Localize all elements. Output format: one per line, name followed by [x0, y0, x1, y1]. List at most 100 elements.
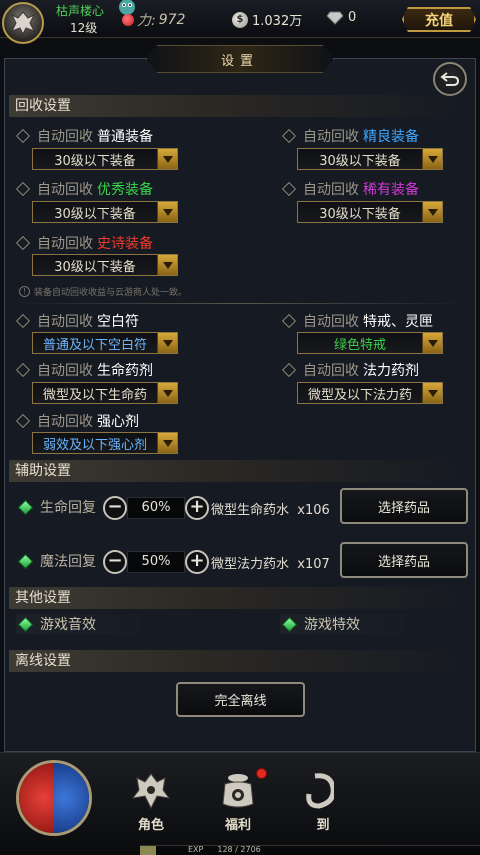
ring-box-dropdown[interactable]: 绿色特戒 [297, 332, 443, 354]
mp-select-potion-button[interactable]: 选择药品 [340, 542, 468, 578]
recycle-mp-potion-option[interactable]: 自动回收 法力药剂 [281, 360, 419, 380]
hp-recovery-toggle[interactable]: 生命回复 [16, 497, 96, 517]
exp-fill [140, 846, 156, 855]
role-helmet-icon [131, 773, 171, 810]
hp-mp-orb [16, 760, 92, 836]
partial-menu-icon [306, 773, 334, 809]
dropdown-arrow-icon [422, 333, 442, 353]
dropdown-arrow-icon [157, 202, 177, 222]
warrior-emblem-icon [10, 11, 36, 36]
quality-label: 稀有装备 [363, 182, 419, 198]
diamond-gem-icon [326, 11, 344, 25]
section-recycle: 回收设置 [9, 95, 464, 117]
welfare-bag-icon [222, 774, 254, 808]
mp-plus-button[interactable]: + [185, 550, 209, 574]
recycle-normal-dropdown[interactable]: 30级以下装备 [32, 148, 178, 170]
welfare-menu-button[interactable]: 福利 [210, 770, 266, 833]
dropdown-arrow-icon [157, 149, 177, 169]
checked-diamond-icon[interactable] [17, 553, 34, 569]
recycle-stimulant-option[interactable]: 自动回收 强心剂 [15, 411, 139, 431]
checkbox-diamond-icon[interactable] [15, 235, 31, 251]
recycle-rare-dropdown[interactable]: 30级以下装备 [297, 201, 443, 223]
checkbox-diamond-icon[interactable] [15, 313, 31, 329]
checkbox-diamond-icon[interactable] [281, 181, 297, 197]
quality-label: 优秀装备 [97, 182, 153, 198]
checkbox-diamond-icon[interactable] [281, 313, 297, 329]
gem-display: 0 [326, 10, 356, 25]
back-button[interactable] [433, 62, 467, 96]
stimulant-dropdown[interactable]: 弱效及以下强心剂 [32, 432, 178, 454]
partial-menu-button[interactable]: 到 [298, 770, 334, 833]
dropdown-arrow-icon [422, 383, 442, 403]
section-other: 其他设置 [9, 587, 464, 609]
checked-diamond-icon[interactable] [17, 499, 34, 515]
checkbox-diamond-icon[interactable] [281, 362, 297, 378]
full-offline-button[interactable]: 完全离线 [176, 682, 305, 717]
dropdown-arrow-icon [422, 202, 442, 222]
recycle-hp-potion-option[interactable]: 自动回收 生命药剂 [15, 360, 153, 380]
checkbox-diamond-icon[interactable] [15, 128, 31, 144]
dropdown-arrow-icon [157, 433, 177, 453]
section-offline: 离线设置 [9, 650, 464, 672]
gold-value: 1.032万 [252, 14, 303, 29]
gem-value: 0 [348, 10, 357, 25]
back-arrow-icon [440, 72, 460, 86]
power-value: 972 [158, 12, 186, 28]
checked-diamond-icon[interactable] [281, 616, 298, 632]
coin-icon: $ [232, 11, 248, 28]
divider [12, 303, 468, 304]
power-icon [122, 14, 134, 26]
recycle-epic-option[interactable]: 自动回收 史诗装备 [15, 233, 153, 253]
combat-power: 力: 972 [122, 10, 185, 30]
quality-label: 普通装备 [97, 129, 153, 145]
notification-dot [256, 768, 267, 779]
gold-display: $ 1.032万 [232, 10, 302, 29]
mp-potion-info: 微型法力药水 x107 [211, 557, 330, 572]
recycle-epic-dropdown[interactable]: 30级以下装备 [32, 254, 178, 276]
hp-potion-dropdown[interactable]: 微型及以下生命药 [32, 382, 178, 404]
role-menu-button[interactable]: 角色 [123, 770, 179, 833]
checkbox-diamond-icon[interactable] [281, 128, 297, 144]
quality-label: 精良装备 [363, 129, 419, 145]
checked-diamond-icon[interactable] [17, 616, 34, 632]
recycle-note: ! 装备自动回收收益与云游商人处一致。 [19, 285, 187, 298]
top-bar: 枯声楼心 12级 力: 972 $ 1.032万 0 充值 [0, 0, 480, 44]
dropdown-arrow-icon [157, 255, 177, 275]
effects-toggle[interactable]: 游戏特效 [280, 614, 404, 634]
mp-percent: 50% [127, 551, 185, 573]
checkbox-diamond-icon[interactable] [15, 181, 31, 197]
recycle-ring-box-option[interactable]: 自动回收 特戒、灵匣 [281, 311, 433, 331]
info-icon: ! [19, 286, 30, 297]
section-aux: 辅助设置 [9, 460, 464, 482]
exp-text: EXP 128 / 2706 [188, 845, 261, 854]
recycle-blank-talisman-option[interactable]: 自动回收 空白符 [15, 311, 139, 331]
recycle-rare-option[interactable]: 自动回收 稀有装备 [281, 179, 419, 199]
hp-select-potion-button[interactable]: 选择药品 [340, 488, 468, 524]
player-avatar[interactable] [2, 2, 44, 44]
sound-toggle[interactable]: 游戏音效 [16, 614, 140, 634]
checkbox-diamond-icon[interactable] [15, 362, 31, 378]
hp-minus-button[interactable]: − [103, 496, 127, 520]
mp-minus-button[interactable]: − [103, 550, 127, 574]
dropdown-arrow-icon [157, 333, 177, 353]
quality-label: 史诗装备 [97, 236, 153, 252]
player-name: 枯声楼心 [56, 4, 105, 18]
hp-orb-half [19, 763, 54, 833]
panel-title: 设置 [146, 45, 334, 73]
recharge-button[interactable]: 充值 [402, 7, 476, 32]
recycle-fine-option[interactable]: 自动回收 精良装备 [281, 126, 419, 146]
hp-percent: 60% [127, 497, 185, 519]
blank-talisman-dropdown[interactable]: 普通及以下空白符 [32, 332, 178, 354]
recycle-normal-option[interactable]: 自动回收 普通装备 [15, 126, 153, 146]
recycle-fine-dropdown[interactable]: 30级以下装备 [297, 148, 443, 170]
hp-potion-info: 微型生命药水 x106 [211, 503, 330, 518]
mp-potion-dropdown[interactable]: 微型及以下法力药 [297, 382, 443, 404]
hp-plus-button[interactable]: + [185, 496, 209, 520]
mp-recovery-toggle[interactable]: 魔法回复 [16, 551, 96, 571]
player-level: 12级 [70, 21, 98, 35]
checkbox-diamond-icon[interactable] [15, 413, 31, 429]
dropdown-arrow-icon [157, 383, 177, 403]
dropdown-arrow-icon [422, 149, 442, 169]
recycle-excellent-dropdown[interactable]: 30级以下装备 [32, 201, 178, 223]
recycle-excellent-option[interactable]: 自动回收 优秀装备 [15, 179, 153, 199]
